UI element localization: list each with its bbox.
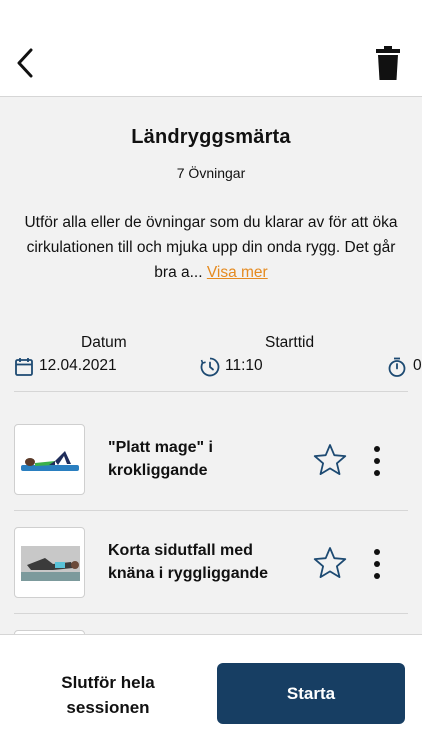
exercise-thumbnail	[14, 527, 85, 598]
clock-icon	[200, 357, 220, 377]
more-vertical-icon	[374, 549, 380, 579]
more-vertical-icon	[374, 446, 380, 476]
divider	[14, 391, 408, 392]
exercise-title: "Platt mage" i krokliggande	[108, 439, 213, 479]
favorite-button[interactable]	[312, 545, 348, 581]
back-button[interactable]	[12, 46, 38, 80]
bottom-action-bar: Slutför hela sessionen Starta	[0, 634, 422, 750]
divider	[14, 613, 408, 614]
start-time-value: 11:10	[225, 357, 263, 374]
session-title: Ländryggsmärta	[131, 126, 291, 148]
calendar-icon	[15, 358, 33, 376]
date-label: Datum	[81, 334, 127, 351]
start-time-label: Starttid	[265, 334, 315, 351]
trash-icon	[376, 46, 400, 80]
favorite-button[interactable]	[312, 442, 348, 478]
divider	[14, 510, 408, 511]
delete-button[interactable]	[374, 46, 402, 80]
top-bar	[0, 0, 422, 97]
exercise-title: Korta sidutfall med knäna i ryggliggande	[108, 542, 269, 582]
exercise-menu-button[interactable]	[370, 444, 384, 478]
session-description: Utför alla eller de övningar som du klar…	[24, 210, 398, 285]
duration-value: 0	[413, 357, 422, 374]
exercise-thumbnail	[14, 424, 85, 495]
show-more-link[interactable]: Visa mer	[207, 264, 268, 281]
star-outline-icon	[313, 444, 347, 475]
chevron-left-icon	[17, 48, 33, 78]
date-value: 12.04.2021	[39, 357, 117, 374]
exercise-menu-button[interactable]	[370, 547, 384, 581]
exercise-count: 7 Övningar	[176, 165, 246, 181]
session-content[interactable]: Ländryggsmärta 7 Övningar Utför alla ell…	[0, 98, 422, 634]
finish-session-button[interactable]: Slutför hela sessionen	[20, 663, 196, 727]
start-button[interactable]: Starta	[217, 663, 405, 724]
stopwatch-icon	[388, 357, 406, 377]
star-outline-icon	[313, 547, 347, 578]
